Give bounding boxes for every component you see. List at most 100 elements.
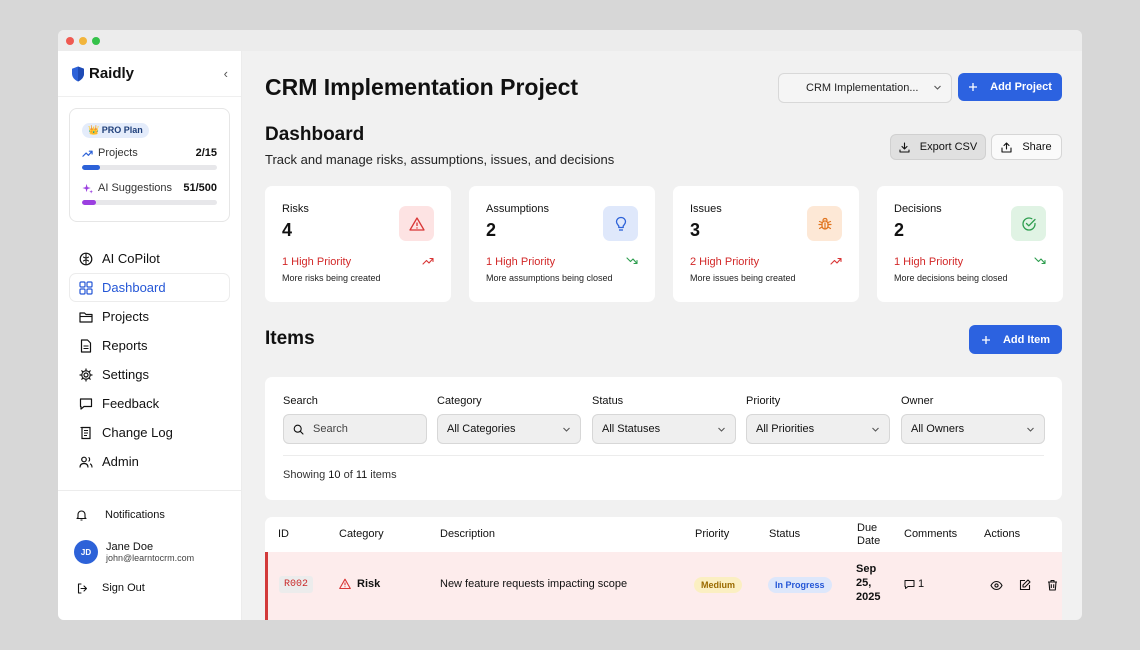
status-badge: In Progress xyxy=(768,577,832,593)
showing-of: of xyxy=(340,469,356,481)
lightbulb-icon xyxy=(603,206,638,241)
plan-card: 👑 PRO Plan Projects 2/15 AI Suggestions … xyxy=(69,108,230,222)
risks-card[interactable]: Risks 4 1 High Priority More risks being… xyxy=(265,186,451,302)
sidebar-item-reports[interactable]: Reports xyxy=(69,331,230,360)
minimize-window-dot[interactable] xyxy=(79,36,87,45)
sidebar-item-ai-copilot[interactable]: AI CoPilot xyxy=(69,244,230,273)
comments-cell[interactable]: 1 xyxy=(904,578,924,590)
delete-trash-icon[interactable] xyxy=(1047,579,1058,591)
warning-icon xyxy=(399,206,434,241)
priority-cell: Medium xyxy=(694,577,743,593)
users-icon xyxy=(79,455,93,469)
folder-icon xyxy=(79,310,93,324)
sidebar-item-label: Reports xyxy=(102,338,148,353)
column-header-due-date[interactable]: Due Date xyxy=(857,517,893,552)
sign-out-label: Sign Out xyxy=(102,582,145,594)
user-profile[interactable]: JD Jane Doe john@learntocrm.com xyxy=(58,540,241,564)
page-title: CRM Implementation Project xyxy=(265,74,579,100)
owner-select[interactable]: All Owners xyxy=(901,414,1045,444)
document-icon xyxy=(79,338,93,353)
user-name: Jane Doe xyxy=(106,541,154,553)
message-icon xyxy=(79,397,93,411)
brand-name: Raidly xyxy=(89,65,135,82)
export-csv-button[interactable]: Export CSV xyxy=(890,134,986,160)
project-select-value: CRM Implementation... xyxy=(806,82,919,94)
chevron-down-icon xyxy=(562,425,571,437)
owner-filter-label: Owner xyxy=(901,395,934,407)
add-project-button[interactable]: Add Project xyxy=(958,73,1062,101)
search-icon xyxy=(293,424,304,435)
sidebar-item-label: Settings xyxy=(102,367,149,382)
close-window-dot[interactable] xyxy=(66,36,74,45)
sidebar-item-label: Admin xyxy=(102,454,139,469)
category-select[interactable]: All Categories xyxy=(437,414,581,444)
sidebar: Raidly ‹ 👑 PRO Plan Projects 2/15 AI Sug… xyxy=(58,51,242,620)
issues-card[interactable]: Issues 3 2 High Priority More issues bei… xyxy=(673,186,859,302)
column-header-status[interactable]: Status xyxy=(769,517,800,552)
maximize-window-dot[interactable] xyxy=(92,36,100,45)
app-window: Raidly ‹ 👑 PRO Plan Projects 2/15 AI Sug… xyxy=(58,30,1082,620)
sparkles-icon xyxy=(82,183,93,194)
comment-icon xyxy=(904,579,915,590)
actions-cell xyxy=(990,579,1058,591)
trending-up-icon xyxy=(830,256,842,266)
filters-panel: Search Category All Categories Status Al… xyxy=(265,377,1062,500)
priority-select[interactable]: All Priorities xyxy=(746,414,890,444)
sidebar-item-admin[interactable]: Admin xyxy=(69,447,230,476)
ai-progress-bar xyxy=(82,200,217,205)
decisions-card[interactable]: Decisions 2 1 High Priority More decisio… xyxy=(877,186,1063,302)
id-cell: R002 xyxy=(279,576,314,593)
ai-usage-label: AI Suggestions xyxy=(98,182,172,194)
view-eye-icon[interactable] xyxy=(990,580,1003,591)
shield-logo-icon xyxy=(71,66,85,82)
column-header-description[interactable]: Description xyxy=(440,517,495,552)
showing-prefix: Showing xyxy=(283,469,329,481)
notifications-link[interactable]: Notifications xyxy=(58,505,241,525)
column-header-category[interactable]: Category xyxy=(339,517,384,552)
share-button[interactable]: Share xyxy=(991,134,1062,160)
stat-description: More decisions being closed xyxy=(894,273,1008,283)
gear-icon xyxy=(79,367,93,382)
category-filter-label: Category xyxy=(437,395,482,407)
logout-icon xyxy=(77,582,88,594)
owner-filter: Owner All Owners xyxy=(901,395,1045,444)
brand-header: Raidly ‹ xyxy=(58,51,241,97)
ai-usage-row: AI Suggestions 51/500 xyxy=(82,182,217,194)
table-row[interactable]: R002 Risk New feature requests impacting… xyxy=(265,552,1062,620)
column-header-comments[interactable]: Comments xyxy=(904,517,957,552)
column-header-priority[interactable]: Priority xyxy=(695,517,729,552)
comment-count: 1 xyxy=(918,578,925,590)
projects-progress-fill xyxy=(82,165,100,170)
search-input[interactable] xyxy=(313,423,413,435)
status-cell: In Progress xyxy=(768,577,832,593)
category-select-value: All Categories xyxy=(447,423,516,435)
search-filter-label: Search xyxy=(283,395,318,407)
sign-out-button[interactable]: Sign Out xyxy=(58,582,241,594)
brain-icon xyxy=(79,252,93,266)
sidebar-item-feedback[interactable]: Feedback xyxy=(69,389,230,418)
trending-up-icon xyxy=(82,148,93,159)
edit-pencil-icon[interactable] xyxy=(1019,579,1031,591)
search-field xyxy=(283,414,427,444)
owner-select-value: All Owners xyxy=(911,423,965,435)
stat-priority: 2 High Priority xyxy=(690,256,760,268)
stat-priority: 1 High Priority xyxy=(486,256,556,268)
column-header-id[interactable]: ID xyxy=(278,517,289,552)
sidebar-item-change-log[interactable]: Change Log xyxy=(69,418,230,447)
scroll-icon xyxy=(79,426,93,440)
add-item-button[interactable]: Add Item xyxy=(969,325,1062,354)
dashboard-subtitle: Track and manage risks, assumptions, iss… xyxy=(265,152,615,167)
sidebar-item-label: AI CoPilot xyxy=(102,251,160,266)
sidebar-item-label: Change Log xyxy=(102,425,173,440)
assumptions-card[interactable]: Assumptions 2 1 High Priority More assum… xyxy=(469,186,655,302)
sidebar-item-projects[interactable]: Projects xyxy=(69,302,230,331)
collapse-sidebar-icon[interactable]: ‹ xyxy=(224,66,228,81)
project-select[interactable]: CRM Implementation... xyxy=(778,73,952,103)
sidebar-item-dashboard[interactable]: Dashboard xyxy=(69,273,230,302)
item-category: Risk xyxy=(357,578,381,590)
sidebar-item-settings[interactable]: Settings xyxy=(69,360,230,389)
status-select[interactable]: All Statuses xyxy=(592,414,736,444)
chevron-down-icon xyxy=(933,83,942,95)
status-filter: Status All Statuses xyxy=(592,395,736,444)
share-icon xyxy=(1001,141,1012,153)
